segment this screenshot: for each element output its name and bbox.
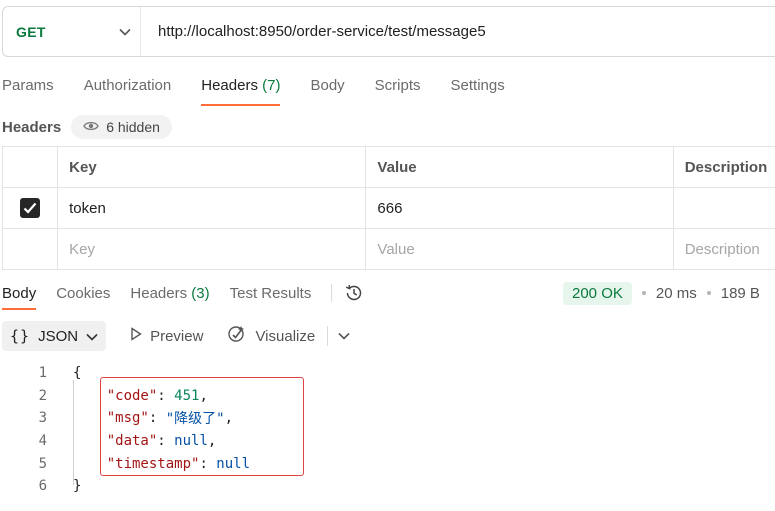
tab-authorization[interactable]: Authorization [84,70,172,106]
status-badge[interactable]: 200 OK [563,281,632,305]
hidden-headers-toggle[interactable]: 6 hidden [71,115,172,139]
new-key-input[interactable]: Key [58,229,367,269]
url-bar: GET http://localhost:8950/order-service/… [2,6,775,57]
new-description-input[interactable]: Description [674,229,775,269]
open-brace: { [73,365,82,382]
preview-label: Preview [150,327,204,345]
table-row: token 666 [2,188,775,229]
headers-label: Headers [2,118,62,136]
request-tabs: Params Authorization Headers (7) Body Sc… [2,70,535,106]
response-tab-cookies[interactable]: Cookies [56,276,110,310]
column-header-description: Description [684,158,768,176]
separator-dot [706,291,711,295]
response-size[interactable]: 189 B [721,285,760,302]
chevron-down-icon [110,28,140,36]
table-row-empty: Key Value Description [2,229,775,270]
tab-params[interactable]: Params [2,70,54,106]
response-tabs-bar: Body Cookies Headers (3) Test Results 20… [2,276,775,310]
chevron-down-icon [86,328,98,345]
format-label: JSON [38,327,79,345]
response-tab-headers[interactable]: Headers (3) [130,276,209,310]
tab-scripts[interactable]: Scripts [375,70,421,106]
method-select[interactable]: GET [3,7,141,56]
separator-dot [641,291,646,295]
headers-count: (7) [262,77,281,94]
method-label: GET [16,23,46,40]
visualize-label: Visualize [255,327,316,345]
row-checkbox-cell [2,188,59,228]
body-toolbar: {} JSON Preview Visualize [2,321,350,351]
preview-button[interactable]: Preview [130,327,203,345]
braces-icon: {} [10,327,31,345]
response-tab-body[interactable]: Body [2,276,37,310]
headers-section-header: Headers 6 hidden [2,114,172,140]
line-number: 4 [38,433,47,450]
header-value-cell[interactable]: 666 [366,188,674,228]
line-number: 1 [38,365,47,382]
headers-table: Key Value Description token 666 Key Valu… [2,146,775,270]
annotation-highlight-box [100,377,304,476]
checkbox-column-header [2,147,59,187]
close-brace: } [73,478,82,495]
new-value-input[interactable]: Value [366,229,674,269]
visualize-options-chevron-icon[interactable] [338,332,350,340]
row-checkbox[interactable] [20,198,41,218]
divider [327,326,329,346]
empty-checkbox-cell [2,229,59,269]
column-header-value: Value [366,147,674,187]
visualize-icon [227,324,247,348]
table-header-row: Key Value Description [2,147,775,188]
response-tab-test-results[interactable]: Test Results [230,276,312,310]
tab-settings[interactable]: Settings [451,70,505,106]
line-number: 5 [38,455,47,472]
response-time[interactable]: 20 ms [656,285,697,302]
url-input[interactable]: http://localhost:8950/order-service/test… [141,23,486,40]
header-description-cell[interactable] [674,188,775,228]
tab-body[interactable]: Body [310,70,344,106]
tab-headers[interactable]: Headers (7) [201,70,281,106]
header-key-cell[interactable]: token [58,188,367,228]
history-icon[interactable] [344,283,364,303]
line-number: 3 [38,410,47,427]
column-header-key: Key [58,147,367,187]
play-icon [130,327,142,345]
response-meta: 200 OK 20 ms 189 B [563,276,760,310]
divider [331,284,333,302]
eye-icon [83,119,99,135]
line-number: 2 [38,387,47,404]
format-select[interactable]: {} JSON [2,321,107,351]
hidden-count-label: 6 hidden [106,119,160,135]
indent-guide [73,380,74,485]
line-number: 6 [38,478,47,495]
visualize-button[interactable]: Visualize [227,324,315,348]
response-headers-count: (3) [191,284,210,302]
code-line: 6} [0,475,250,498]
